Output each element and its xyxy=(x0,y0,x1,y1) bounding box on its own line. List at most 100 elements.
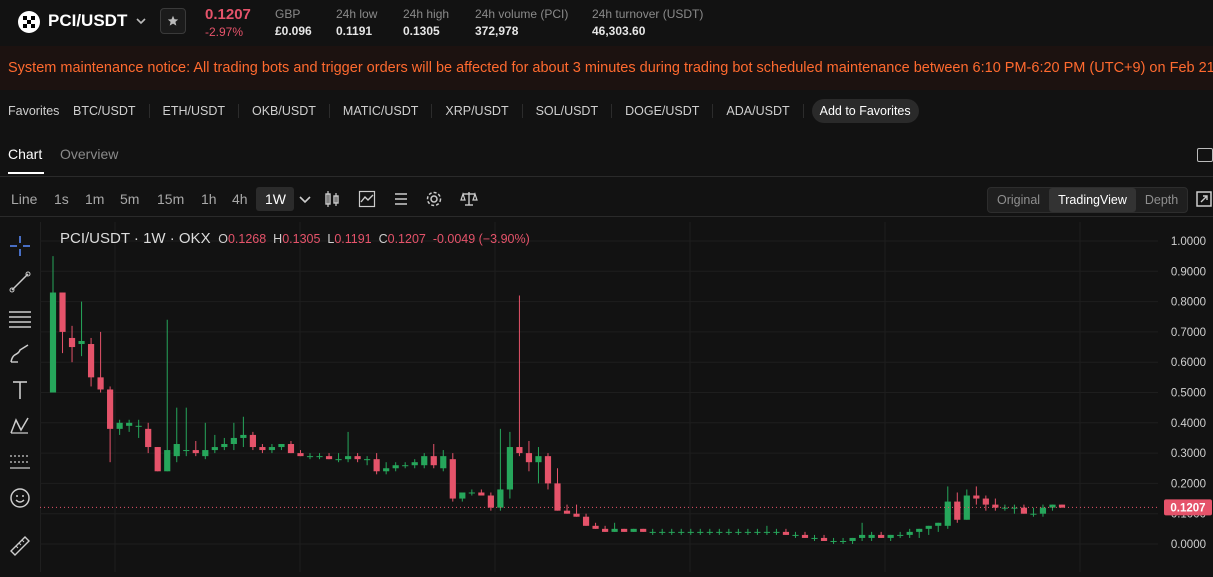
favorite-pair[interactable]: SOL/USDT xyxy=(523,104,613,118)
tab-overview[interactable]: Overview xyxy=(60,146,118,162)
candle-body xyxy=(230,437,237,445)
trend-line-icon[interactable] xyxy=(8,270,32,294)
candle-body xyxy=(487,495,494,508)
maintenance-notice[interactable]: System maintenance notice: All trading b… xyxy=(0,46,1213,90)
pair-name[interactable]: PCI/USDT xyxy=(48,11,127,31)
crosshair-icon[interactable] xyxy=(8,234,32,258)
timeframe-dropdown-chevron-icon[interactable] xyxy=(296,190,314,208)
candle-body xyxy=(287,444,295,454)
candle-body xyxy=(468,492,475,494)
candle-body xyxy=(335,459,342,461)
candle-body xyxy=(506,447,513,490)
candle-body xyxy=(763,531,771,533)
ruler-icon[interactable] xyxy=(8,534,32,558)
candle-body xyxy=(430,456,437,466)
candle-body xyxy=(164,450,171,472)
candle-body xyxy=(935,522,942,526)
stat-24h-low: 24h low 0.1191 xyxy=(336,7,377,38)
candle-body xyxy=(440,456,447,469)
okx-logo-icon xyxy=(18,11,40,33)
timeframe-4h[interactable]: 4h xyxy=(232,191,248,207)
candle-body xyxy=(754,531,761,533)
expand-icon[interactable] xyxy=(1195,190,1213,208)
favorite-pair[interactable]: ETH/USDT xyxy=(150,104,239,118)
timeframe-1h[interactable]: 1h xyxy=(201,191,217,207)
tab-chart[interactable]: Chart xyxy=(8,146,42,162)
candle-body xyxy=(411,462,418,466)
candle-body xyxy=(820,537,828,541)
candle-body xyxy=(183,450,190,452)
indicators-icon[interactable] xyxy=(358,190,376,208)
pattern-tool-icon[interactable] xyxy=(8,414,32,438)
timeframe-line[interactable]: Line xyxy=(11,191,37,207)
emoji-icon[interactable] xyxy=(8,486,32,510)
timeframe-15m[interactable]: 15m xyxy=(157,191,184,207)
favorite-star-button[interactable] xyxy=(160,8,186,34)
timeframe-1s[interactable]: 1s xyxy=(54,191,69,207)
timeframe-1w[interactable]: 1W xyxy=(265,191,286,207)
view-tradingview[interactable]: TradingView xyxy=(1049,188,1136,212)
stat-label: 24h low xyxy=(336,7,378,21)
candle-body xyxy=(592,525,599,529)
candle-body xyxy=(68,337,76,348)
add-to-favorites-button[interactable]: Add to Favorites xyxy=(811,99,919,123)
chevron-down-icon[interactable] xyxy=(134,14,148,28)
horizontal-lines-icon[interactable] xyxy=(8,306,32,330)
candle-body xyxy=(716,531,723,533)
candle-body xyxy=(87,344,95,378)
favorite-pair[interactable]: XRP/USDT xyxy=(432,104,523,118)
view-depth[interactable]: Depth xyxy=(1136,188,1187,212)
y-axis-tick-label: 0.8000 xyxy=(1171,297,1206,309)
candle-body xyxy=(240,434,247,438)
candle-body xyxy=(630,528,637,532)
candle-body xyxy=(801,534,809,538)
price-chart[interactable]: 1.0000 0.9000 0.8000 0.7000 0.6000 0.5000 0.40… xyxy=(40,222,1213,572)
brush-icon[interactable] xyxy=(8,342,32,366)
favorite-pair[interactable]: DOGE/USDT xyxy=(612,104,714,118)
candle-body xyxy=(649,531,656,533)
candle-body xyxy=(126,422,133,426)
stat-gbp: GBP £0.096 xyxy=(275,7,312,38)
settings-list-icon[interactable] xyxy=(392,190,410,208)
candle-body xyxy=(449,459,456,499)
candle-body xyxy=(773,531,780,533)
timeframe-5m[interactable]: 5m xyxy=(120,191,139,207)
candle-body xyxy=(544,456,552,484)
timeframe-1m[interactable]: 1m xyxy=(85,191,104,207)
balance-scale-icon[interactable] xyxy=(460,190,478,208)
y-axis-tick-label: 0.6000 xyxy=(1171,357,1206,369)
candle-body xyxy=(839,540,847,542)
candle-body xyxy=(659,531,666,533)
stat-value: £0.096 xyxy=(275,24,312,38)
candle-body xyxy=(782,531,790,535)
stat-label: 24h high xyxy=(403,7,450,21)
stat-label: 24h volume (PCI) xyxy=(475,7,569,21)
candle-body xyxy=(516,447,523,454)
candle-body xyxy=(697,531,704,533)
fib-tool-icon[interactable] xyxy=(8,450,32,474)
view-switch: Original TradingView Depth xyxy=(987,187,1189,213)
stat-24h-turnover: 24h turnover (USDT) 46,303.60 xyxy=(592,7,703,38)
candle-body xyxy=(478,492,485,496)
last-price-label: 0.1207 xyxy=(1170,502,1205,514)
favorite-pair[interactable]: OKB/USDT xyxy=(239,104,330,118)
gear-icon[interactable] xyxy=(425,190,443,208)
candle-body xyxy=(992,504,999,508)
stat-label: 24h turnover (USDT) xyxy=(592,7,704,21)
candle-body xyxy=(173,444,180,457)
candle-body xyxy=(811,537,818,539)
favorite-pair[interactable]: MATIC/USDT xyxy=(330,104,433,118)
favorite-pair[interactable]: BTC/USDT xyxy=(60,104,150,118)
stat-label: GBP xyxy=(275,7,301,21)
candle-type-icon[interactable] xyxy=(323,190,341,208)
y-axis-tick-label: 0.3000 xyxy=(1171,448,1206,460)
candle-body xyxy=(211,447,218,451)
favorite-pair[interactable]: ADA/USDT xyxy=(713,104,804,118)
fullscreen-icon[interactable] xyxy=(1197,148,1213,162)
candle-body xyxy=(916,528,923,532)
price-change: -2.97% xyxy=(205,25,244,39)
candle-body xyxy=(982,498,989,505)
text-tool-icon[interactable] xyxy=(8,378,32,402)
view-original[interactable]: Original xyxy=(988,188,1049,212)
candlestick-chart-svg[interactable]: 1.0000 0.9000 0.8000 0.7000 0.6000 0.5000 0.40… xyxy=(40,222,1213,572)
